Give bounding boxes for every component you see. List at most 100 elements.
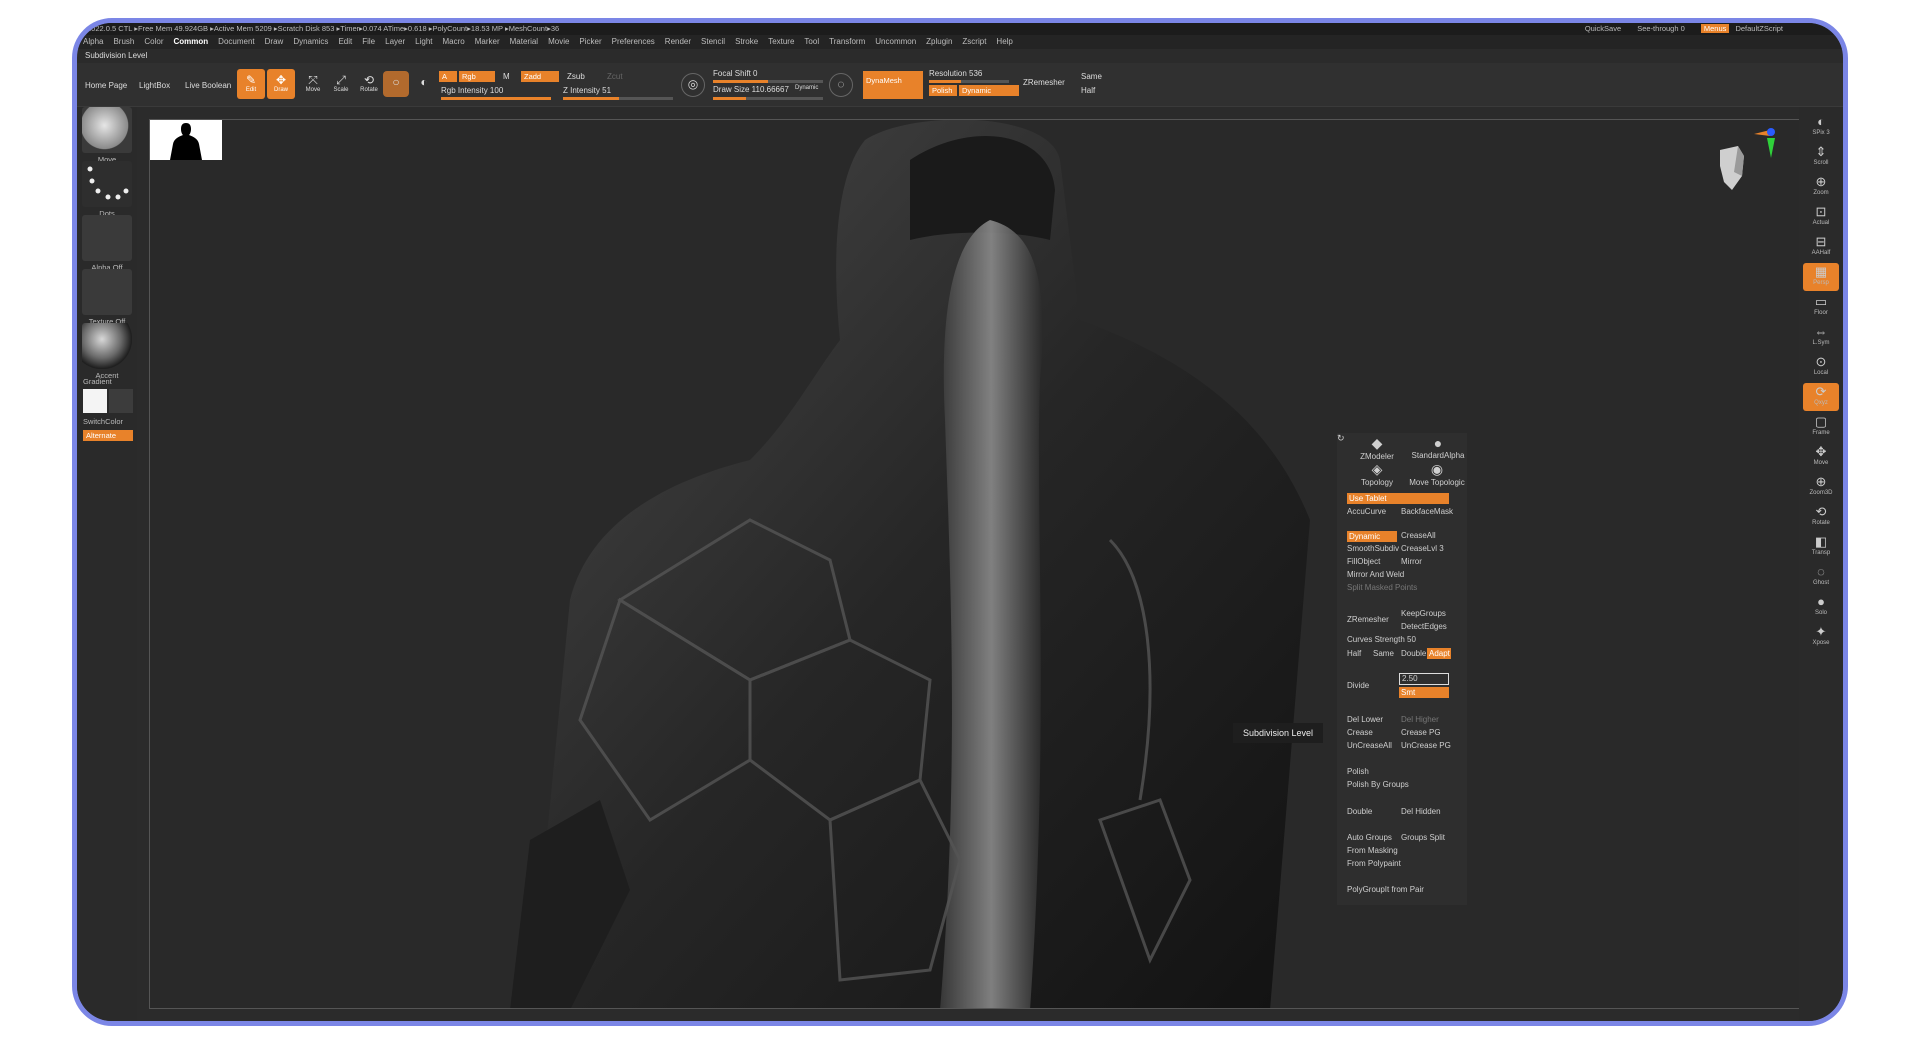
brush-material-button[interactable]: ○ bbox=[383, 71, 409, 97]
shelf-ghost[interactable]: ◌ Ghost bbox=[1803, 563, 1839, 591]
a-toggle[interactable]: A bbox=[439, 71, 457, 82]
detectedges-toggle[interactable]: DetectEdges bbox=[1401, 622, 1447, 631]
draw-size-slider[interactable]: Draw Size 110.66667 bbox=[713, 85, 789, 94]
same-toggle[interactable]: Same bbox=[1373, 649, 1394, 658]
uncrease-pg-button[interactable]: UnCrease PG bbox=[1401, 741, 1451, 750]
move-button[interactable]: ⤧ Move bbox=[299, 69, 327, 99]
subdivision-level-input[interactable]: 2.50 bbox=[1399, 673, 1449, 685]
menu-edit[interactable]: Edit bbox=[338, 37, 352, 46]
shelf-spix-3[interactable]: ◐ SPix 3 bbox=[1803, 113, 1839, 141]
m-toggle[interactable]: M bbox=[503, 72, 510, 81]
rgb-intensity-track[interactable] bbox=[441, 97, 551, 100]
main-color-swatch[interactable] bbox=[83, 389, 107, 413]
shelf-l-sym[interactable]: ⇔ L.Sym bbox=[1803, 323, 1839, 351]
focal-shift-track[interactable] bbox=[713, 80, 823, 83]
switchcolor-button[interactable]: SwitchColor bbox=[83, 417, 133, 426]
z-intensity-track[interactable] bbox=[563, 97, 673, 100]
half-button[interactable]: Half bbox=[1081, 86, 1095, 95]
split-masked-button[interactable]: Split Masked Points bbox=[1347, 583, 1417, 592]
from-masking-button[interactable]: From Masking bbox=[1347, 846, 1398, 855]
menu-brush[interactable]: Brush bbox=[113, 37, 134, 46]
draw-size-track[interactable] bbox=[713, 97, 823, 100]
from-polypaint-button[interactable]: From Polypaint bbox=[1347, 859, 1401, 868]
axis-gizmo[interactable] bbox=[1752, 126, 1778, 168]
shelf-rotate[interactable]: ⟲ Rotate bbox=[1803, 503, 1839, 531]
fillobject-toggle[interactable]: FillObject bbox=[1347, 557, 1380, 566]
del-lower-button[interactable]: Del Lower bbox=[1347, 715, 1383, 724]
focal-shift-slider[interactable]: Focal Shift 0 bbox=[713, 69, 757, 78]
edit-button[interactable]: ✎ Edit bbox=[237, 69, 265, 99]
uncreaseall-button[interactable]: UnCreaseAll bbox=[1347, 741, 1392, 750]
resolution-track[interactable] bbox=[929, 80, 1009, 83]
polish-toggle[interactable]: Polish bbox=[929, 85, 957, 96]
scale-button[interactable]: ⤢ Scale bbox=[327, 69, 355, 99]
lightbox-button[interactable]: LightBox bbox=[139, 81, 170, 90]
secondary-color-swatch[interactable] bbox=[109, 389, 133, 413]
crease-button[interactable]: Crease bbox=[1347, 728, 1373, 737]
canvas-viewport[interactable] bbox=[149, 119, 1803, 1009]
zsub-toggle[interactable]: Zsub bbox=[567, 72, 585, 81]
double-toggle[interactable]: Double bbox=[1401, 649, 1426, 658]
rgb-intensity-slider[interactable]: Rgb Intensity 100 bbox=[441, 86, 503, 95]
use-tablet-toggle[interactable]: Use Tablet bbox=[1347, 493, 1449, 504]
rgb-toggle[interactable]: Rgb bbox=[459, 71, 495, 82]
menu-layer[interactable]: Layer bbox=[385, 37, 405, 46]
texture-selector[interactable]: Texture Off bbox=[82, 269, 132, 326]
alpha-selector[interactable]: Alpha Off bbox=[82, 215, 132, 272]
material-sphere-button[interactable]: ◐ bbox=[413, 71, 435, 97]
keepgroups-toggle[interactable]: KeepGroups bbox=[1401, 609, 1446, 618]
auto-groups-button[interactable]: Auto Groups bbox=[1347, 833, 1392, 842]
zremesher-button[interactable]: ZRemesher bbox=[1347, 615, 1389, 624]
smoothsubdiv-slider[interactable]: SmoothSubdiv bbox=[1347, 544, 1399, 553]
seethrough-slider[interactable]: See-through 0 bbox=[1637, 24, 1685, 33]
zmodeler-brush[interactable]: ◆ ZModeler bbox=[1359, 435, 1395, 461]
shelf-zoom[interactable]: ⊕ Zoom bbox=[1803, 173, 1839, 201]
panel-refresh-icon[interactable]: ↻ bbox=[1337, 433, 1345, 444]
smt-toggle[interactable]: Smt bbox=[1399, 687, 1449, 698]
menu-document[interactable]: Document bbox=[218, 37, 254, 46]
alternate-button[interactable]: Alternate bbox=[83, 430, 133, 441]
creaseall-button[interactable]: CreaseAll bbox=[1401, 531, 1436, 540]
backfacemask-toggle[interactable]: BackfaceMask bbox=[1401, 507, 1453, 516]
resolution-slider[interactable]: Resolution 536 bbox=[929, 69, 982, 78]
shelf-local[interactable]: ⊙ Local bbox=[1803, 353, 1839, 381]
shelf-zoom3d[interactable]: ⊕ Zoom3D bbox=[1803, 473, 1839, 501]
live-boolean-button[interactable]: Live Boolean bbox=[185, 81, 231, 90]
shelf-move[interactable]: ✥ Move bbox=[1803, 443, 1839, 471]
zadd-toggle[interactable]: Zadd bbox=[521, 71, 559, 82]
dynamic-subdiv-toggle[interactable]: Dynamic bbox=[1347, 531, 1397, 542]
menu-marker[interactable]: Marker bbox=[475, 37, 500, 46]
del-higher-button[interactable]: Del Higher bbox=[1401, 715, 1439, 724]
z-intensity-slider[interactable]: Z Intensity 51 bbox=[563, 86, 611, 95]
default-zscript-button[interactable]: DefaultZScript bbox=[1735, 24, 1783, 33]
menu-zscript[interactable]: Zscript bbox=[962, 37, 986, 46]
menu-transform[interactable]: Transform bbox=[829, 37, 865, 46]
shelf-solo[interactable]: ● Solo bbox=[1803, 593, 1839, 621]
menu-render[interactable]: Render bbox=[665, 37, 691, 46]
del-hidden-button[interactable]: Del Hidden bbox=[1401, 807, 1441, 816]
menus-button[interactable]: Menus bbox=[1700, 24, 1730, 33]
menu-uncommon[interactable]: Uncommon bbox=[875, 37, 916, 46]
half-toggle[interactable]: Half bbox=[1347, 649, 1361, 658]
rotate-button[interactable]: ⟲ Rotate bbox=[355, 69, 383, 99]
menu-alpha[interactable]: Alpha bbox=[83, 37, 103, 46]
menu-movie[interactable]: Movie bbox=[548, 37, 569, 46]
dynamic-size-button[interactable]: Dynamic bbox=[795, 85, 818, 91]
divide-button[interactable]: Divide bbox=[1347, 681, 1369, 690]
groups-split-button[interactable]: Groups Split bbox=[1401, 833, 1445, 842]
menu-file[interactable]: File bbox=[362, 37, 375, 46]
polish-slider[interactable]: Polish bbox=[1347, 767, 1369, 776]
menu-color[interactable]: Color bbox=[144, 37, 163, 46]
menu-picker[interactable]: Picker bbox=[579, 37, 601, 46]
dynamesh-button[interactable]: DynaMesh bbox=[863, 71, 923, 99]
menu-dynamics[interactable]: Dynamics bbox=[293, 37, 328, 46]
draw-button[interactable]: ✥ Draw bbox=[267, 69, 295, 99]
shelf-frame[interactable]: ▢ Frame bbox=[1803, 413, 1839, 441]
menu-preferences[interactable]: Preferences bbox=[612, 37, 655, 46]
zremesher-button[interactable]: ZRemesher bbox=[1023, 78, 1065, 87]
menu-draw[interactable]: Draw bbox=[265, 37, 284, 46]
symmetry-button[interactable]: ◎ bbox=[681, 73, 705, 97]
menu-zplugin[interactable]: Zplugin bbox=[926, 37, 952, 46]
shelf-persp[interactable]: ▦ Persp bbox=[1803, 263, 1839, 291]
shelf-scroll[interactable]: ⇕ Scroll bbox=[1803, 143, 1839, 171]
